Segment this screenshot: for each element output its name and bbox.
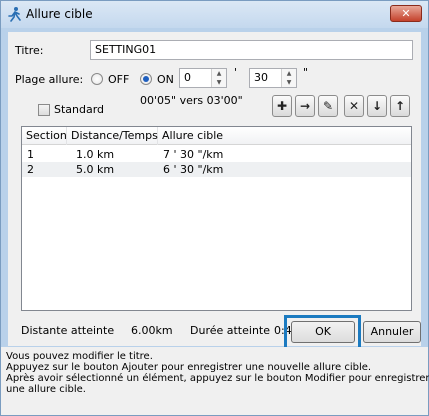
dialog-body: Titre: SETTING01 Plage allure: OFF ON 0 … [8,32,421,346]
table-row[interactable]: 1 1.0 km 7 ' 30 "/km [22,147,411,162]
dialog-window: Allure cible ✕ Titre: SETTING01 Plage al… [0,0,429,416]
row-distance: 1.0 km [76,148,115,161]
radio-on-label: ON [157,73,174,86]
row-section: 1 [27,148,34,161]
seconds-value: 30 [254,71,268,84]
distance-label: Distante atteinte [21,324,115,337]
title-input[interactable]: SETTING01 [90,40,413,60]
close-button[interactable]: ✕ [390,5,422,22]
seconds-spinner[interactable]: ▲ ▼ [281,69,296,87]
standard-label: Standard [54,103,105,116]
standard-checkbox[interactable] [38,104,50,116]
spin-down-icon[interactable]: ▼ [212,78,226,87]
radio-on[interactable] [140,73,152,85]
title-bar[interactable]: Allure cible ✕ [1,1,428,28]
runner-icon [8,7,21,22]
title-label: Titre: [15,44,44,57]
range-text: 00'05" vers 03'00" [140,94,243,107]
hint-area: Vous pouvez modifier le titre. Appuyez s… [1,347,429,415]
move-down-button[interactable]: ↓ [367,95,387,117]
delete-icon: ✕ [348,99,360,113]
col-distance[interactable]: Distance/Temps [67,127,158,145]
col-section[interactable]: Section [22,127,67,145]
minutes-unit: ' [234,66,238,79]
window-title: Allure cible [26,7,93,21]
row-section: 2 [27,163,34,176]
distance-value: 6.00km [131,324,173,337]
range-label: Plage allure: [15,73,84,86]
spin-down-icon[interactable]: ▼ [282,78,296,87]
spin-up-icon[interactable]: ▲ [212,69,226,78]
radio-off[interactable] [91,73,103,85]
seconds-input[interactable]: 30 ▲ ▼ [249,68,297,88]
pace-list[interactable]: Section Distance/Temps Allure cible 1 1.… [21,126,412,311]
seconds-unit: " [303,66,309,79]
spin-up-icon[interactable]: ▲ [282,69,296,78]
list-header: Section Distance/Temps Allure cible [22,127,411,145]
move-up-button[interactable]: ↑ [390,95,410,117]
arrow-down-icon: ↓ [371,99,383,113]
add-icon: ✚ [276,99,288,113]
arrow-up-icon: ↑ [394,99,406,113]
edit-button[interactable]: ✎ [318,95,338,117]
minutes-spinner[interactable]: ▲ ▼ [211,69,226,87]
table-row[interactable]: 2 5.0 km 6 ' 30 "/km [22,162,411,177]
add-button[interactable]: ✚ [272,95,292,117]
delete-button[interactable]: ✕ [344,95,364,117]
row-distance: 5.0 km [76,163,115,176]
col-pace[interactable]: Allure cible [158,127,278,145]
row-pace: 6 ' 30 "/km [163,163,224,176]
radio-off-label: OFF [108,73,130,86]
row-pace: 7 ' 30 "/km [163,148,224,161]
move-button[interactable]: → [295,95,315,117]
duration-label: Durée atteinte [190,324,270,337]
minutes-value: 0 [184,71,191,84]
minutes-input[interactable]: 0 ▲ ▼ [179,68,227,88]
pencil-icon: ✎ [322,99,334,113]
arrow-right-icon: → [299,99,311,113]
cancel-button[interactable]: Annuler [363,321,421,343]
hint-line: une allure cible. [6,384,86,395]
